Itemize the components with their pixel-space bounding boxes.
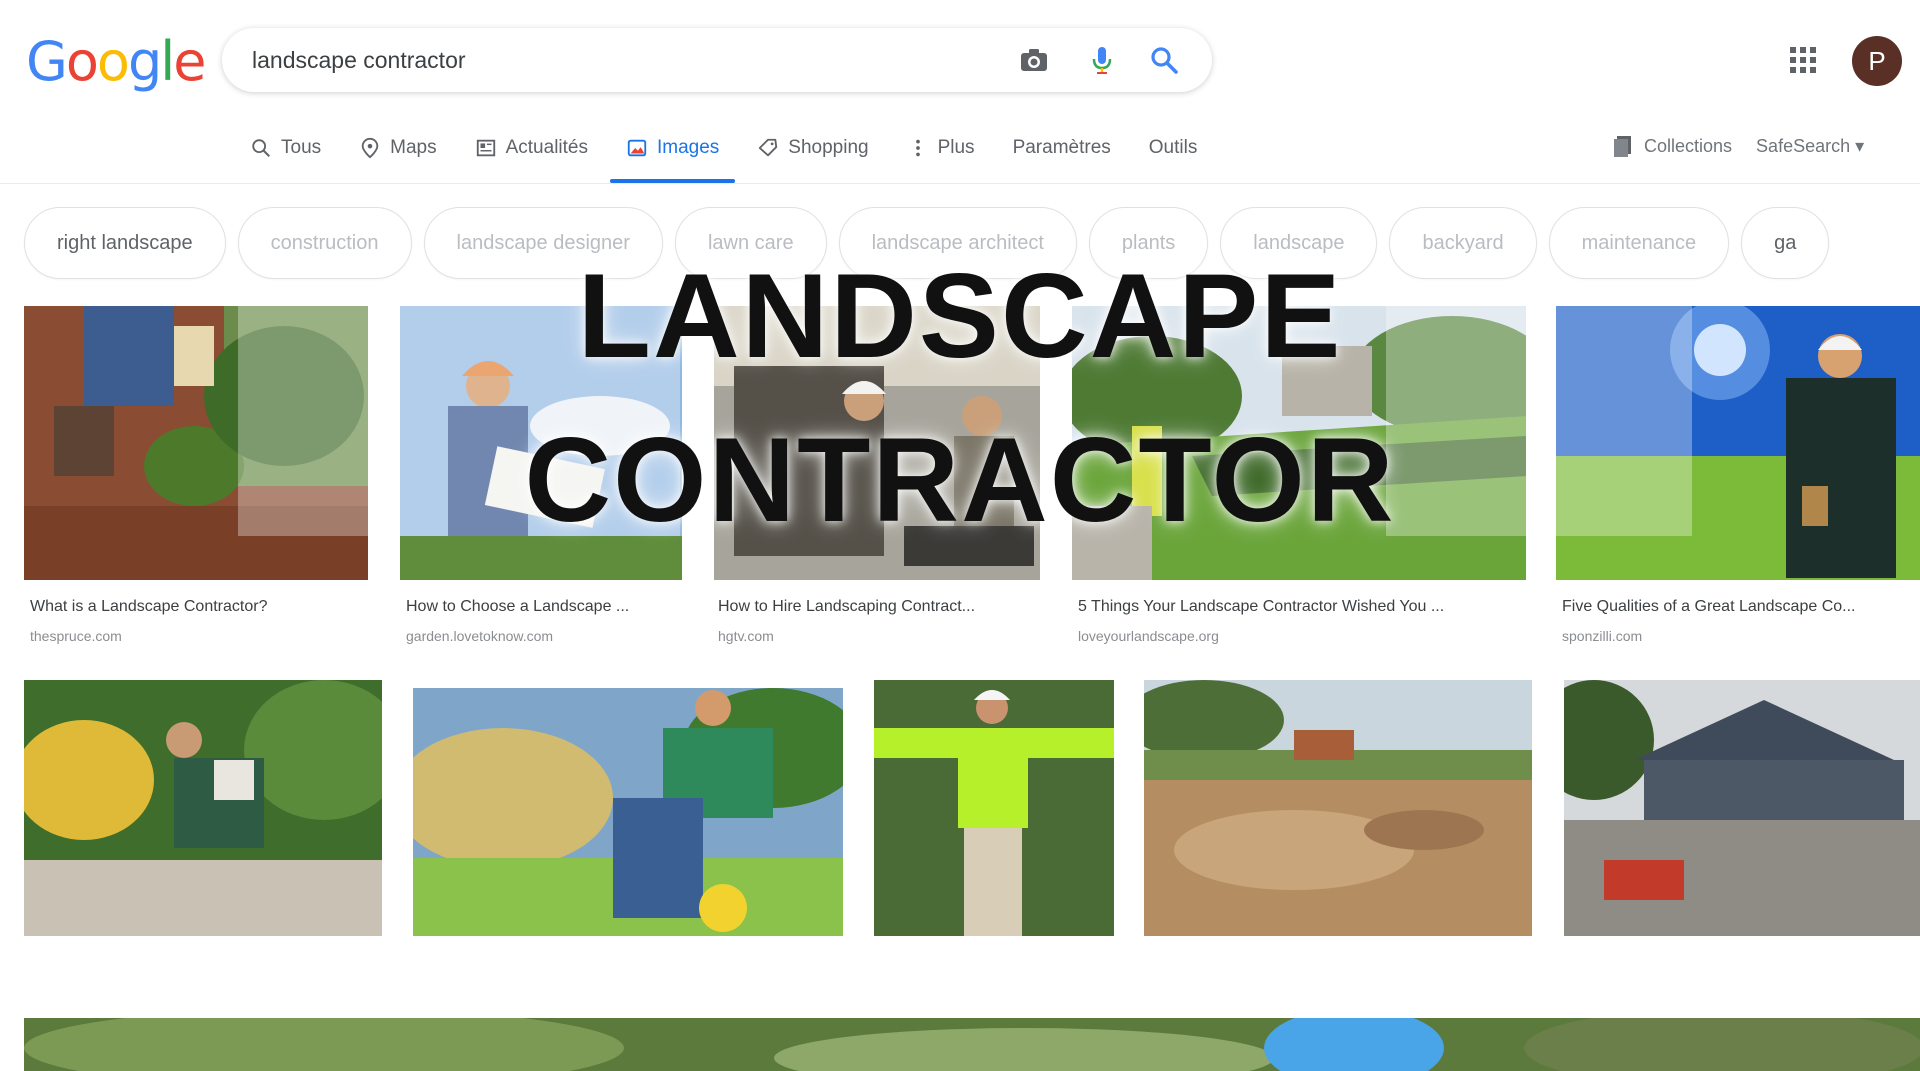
newspaper-icon <box>476 139 495 157</box>
tab-shopping[interactable]: Shopping <box>757 128 869 168</box>
logo-letter: g <box>127 30 162 93</box>
result-image-7[interactable] <box>413 688 843 936</box>
result-source[interactable]: loveyourlandscape.org <box>1078 628 1219 644</box>
result-title[interactable]: How to Choose a Landscape ... <box>406 598 629 616</box>
tab-news[interactable]: Actualités <box>475 128 588 168</box>
tab-maps[interactable]: Maps <box>359 128 437 168</box>
tab-more[interactable]: Plus <box>907 128 975 168</box>
result-title[interactable]: Five Qualities of a Great Landscape Co..… <box>1562 598 1855 616</box>
tab-all[interactable]: Tous <box>250 128 321 168</box>
tab-label: Shopping <box>788 137 869 158</box>
blurred-foliage-photo <box>24 1018 1920 1071</box>
google-logo[interactable]: Google <box>26 30 206 93</box>
search-tabs: Tous Maps Actualités Images Shopping Plu… <box>250 128 1235 183</box>
result-title[interactable]: What is a Landscape Contractor? <box>30 598 267 616</box>
tab-images[interactable]: Images <box>609 128 736 183</box>
collections-link[interactable]: Collections <box>1612 134 1732 158</box>
result-image-11[interactable] <box>24 1018 1920 1071</box>
account-avatar[interactable]: P <box>1852 36 1902 86</box>
overlay-title-line1: LANDSCAPE <box>577 249 1343 383</box>
image-icon <box>627 139 647 157</box>
result-title[interactable]: How to Hire Landscaping Contract... <box>718 598 975 616</box>
hardscape-construction-photo <box>1144 680 1532 936</box>
man-in-green-shirt-photo <box>874 680 1114 936</box>
overlay-title: LANDSCAPE CONTRACTOR <box>0 234 1920 562</box>
result-source[interactable]: garden.lovetoknow.com <box>406 628 553 644</box>
map-pin-icon <box>361 137 379 159</box>
safesearch-toggle[interactable]: SafeSearch ▾ <box>1756 136 1864 157</box>
camera-icon[interactable] <box>1018 44 1050 76</box>
logo-letter: l <box>160 30 175 93</box>
microphone-icon[interactable] <box>1086 44 1118 76</box>
search-icon <box>252 139 270 157</box>
search-icon[interactable] <box>1148 44 1180 76</box>
more-vert-icon <box>915 139 920 157</box>
collections-label: Collections <box>1644 135 1733 156</box>
tab-label: Images <box>656 137 720 158</box>
result-source[interactable]: thespruce.com <box>30 628 122 644</box>
gardener-kneeling-photo <box>24 680 382 936</box>
logo-letter: o <box>65 30 99 93</box>
apps-grid-icon[interactable] <box>1788 45 1818 75</box>
result-source[interactable]: hgtv.com <box>718 628 774 644</box>
tab-label: Tous <box>281 137 322 158</box>
logo-letter: G <box>26 30 68 93</box>
overlay-title-line2: CONTRACTOR <box>524 413 1396 547</box>
tab-label: Plus <box>937 137 975 158</box>
image-tools-right: Collections SafeSearch ▾ <box>1612 134 1864 158</box>
result-image-10[interactable] <box>1564 680 1920 936</box>
search-input[interactable] <box>252 44 972 76</box>
tab-label: Outils <box>1148 137 1198 158</box>
logo-letter: o <box>96 30 130 93</box>
result-source[interactable]: sponzilli.com <box>1562 628 1642 644</box>
result-title[interactable]: 5 Things Your Landscape Contractor Wishe… <box>1078 598 1444 616</box>
logo-letter: e <box>173 30 206 93</box>
result-image-8[interactable] <box>874 680 1114 936</box>
tab-label: Paramètres <box>1012 137 1111 158</box>
tab-label: Actualités <box>505 137 588 158</box>
result-image-9[interactable] <box>1144 680 1532 936</box>
house-backyard-construction-photo <box>1564 680 1920 936</box>
worker-with-flowers-photo <box>413 688 843 936</box>
search-box[interactable] <box>222 28 1212 92</box>
tag-icon <box>759 138 778 157</box>
bookmark-collection-icon <box>1614 136 1631 157</box>
header-divider <box>0 183 1920 184</box>
tab-tools[interactable]: Outils <box>1149 128 1198 168</box>
tab-label: Maps <box>390 137 437 158</box>
result-image-6[interactable] <box>24 680 382 936</box>
tab-settings[interactable]: Paramètres <box>1013 128 1111 168</box>
